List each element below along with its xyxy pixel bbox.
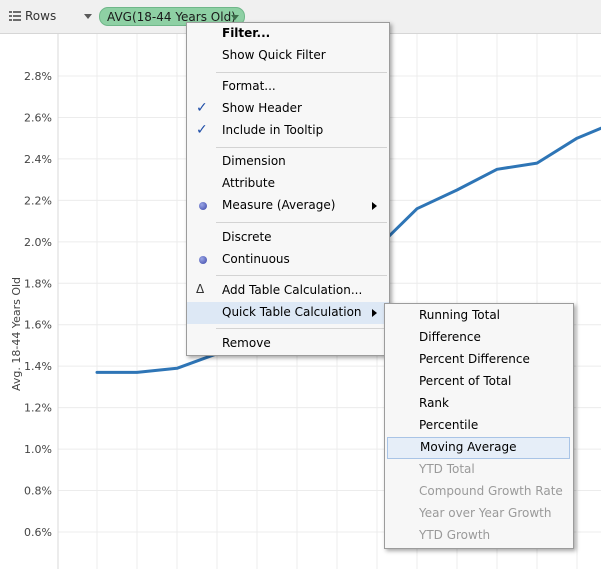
menu-item-show-header[interactable]: ✓ Show Header [187, 98, 389, 120]
menu-separator [216, 222, 387, 223]
menu-item-label: YTD Growth [419, 528, 491, 542]
menu-item-label: Rank [419, 396, 449, 410]
menu-item-discrete[interactable]: Discrete [187, 227, 389, 249]
y-tick-label: 1.4% [24, 360, 52, 373]
submenu-item-percent-of-total[interactable]: Percent of Total [385, 371, 573, 393]
y-tick-label: 1.2% [24, 402, 52, 415]
menu-item-label: Show Quick Filter [222, 48, 326, 62]
submenu-item-compound-growth-rate: Compound Growth Rate [385, 481, 573, 503]
menu-item-label: Add Table Calculation... [222, 283, 363, 297]
menu-item-label: Percent Difference [419, 352, 530, 366]
menu-item-continuous[interactable]: Continuous [187, 249, 389, 271]
y-axis-ticks: 0.6% 0.8% 1.0% 1.2% 1.4% 1.6% 1.8% 2.0% 2.2% 2.4%… [24, 70, 52, 539]
menu-item-add-table-calculation[interactable]: Δ Add Table Calculation... [187, 280, 389, 302]
menu-item-label: Dimension [222, 154, 286, 168]
menu-item-show-quick-filter[interactable]: Show Quick Filter [187, 45, 389, 67]
y-tick-label: 2.2% [24, 194, 52, 207]
pill-dropdown-icon[interactable] [231, 15, 239, 20]
menu-item-dimension[interactable]: Dimension [187, 151, 389, 173]
menu-item-label: Discrete [222, 230, 272, 244]
y-tick-label: 0.6% [24, 526, 52, 539]
menu-item-label: Percentile [419, 418, 479, 432]
menu-item-filter[interactable]: Filter... [187, 23, 389, 45]
menu-separator [216, 72, 387, 73]
menu-item-label: Show Header [222, 101, 302, 115]
menu-item-label: Percent of Total [419, 374, 512, 388]
submenu-item-percent-difference[interactable]: Percent Difference [385, 349, 573, 371]
menu-item-attribute[interactable]: Attribute [187, 173, 389, 195]
y-axis-title: Avg. 18-44 Years Old [10, 277, 23, 391]
submenu-item-year-over-year-growth: Year over Year Growth [385, 503, 573, 525]
pill-context-menu: Filter... Show Quick Filter Format... ✓ … [186, 22, 390, 356]
submenu-item-ytd-growth: YTD Growth [385, 525, 573, 547]
menu-item-measure-average[interactable]: Measure (Average) [187, 195, 389, 217]
menu-item-format[interactable]: Format... [187, 76, 389, 98]
y-tick-label: 0.8% [24, 485, 52, 498]
submenu-item-difference[interactable]: Difference [385, 327, 573, 349]
menu-item-label: YTD Total [419, 462, 475, 476]
submenu-item-rank[interactable]: Rank [385, 393, 573, 415]
y-tick-label: 2.8% [24, 70, 52, 83]
menu-item-include-in-tooltip[interactable]: ✓ Include in Tooltip [187, 120, 389, 142]
rows-shelf-label: Rows [25, 9, 57, 23]
submenu-item-running-total[interactable]: Running Total [385, 305, 573, 327]
menu-item-label: Running Total [419, 308, 501, 322]
menu-item-label: Quick Table Calculation [222, 305, 362, 319]
submenu-arrow-icon [372, 309, 377, 317]
y-tick-label: 1.8% [24, 277, 52, 290]
menu-item-label: Filter... [222, 26, 271, 40]
menu-item-label: Measure (Average) [222, 198, 336, 212]
menu-item-quick-table-calculation[interactable]: Quick Table Calculation [187, 302, 389, 324]
submenu-item-moving-average[interactable]: Moving Average [387, 437, 570, 459]
checkmark-icon: ✓ [196, 122, 208, 138]
menu-item-label: Continuous [222, 252, 290, 266]
menu-separator [216, 275, 387, 276]
submenu-item-ytd-total: YTD Total [385, 459, 573, 481]
submenu-item-percentile[interactable]: Percentile [385, 415, 573, 437]
y-tick-label: 1.6% [24, 319, 52, 332]
y-tick-label: 2.6% [24, 111, 52, 124]
checkmark-icon: ✓ [196, 100, 208, 116]
menu-item-label: Attribute [222, 176, 275, 190]
y-tick-label: 2.0% [24, 236, 52, 249]
menu-item-label: Moving Average [420, 440, 517, 454]
rows-icon [9, 11, 21, 21]
radio-selected-icon [199, 256, 207, 264]
shelf-dropdown-icon[interactable] [84, 14, 92, 19]
menu-item-label: Include in Tooltip [222, 123, 324, 137]
menu-item-label: Difference [419, 330, 481, 344]
delta-icon: Δ [196, 282, 205, 296]
menu-separator [216, 328, 387, 329]
menu-item-label: Year over Year Growth [419, 506, 552, 520]
menu-item-label: Compound Growth Rate [419, 484, 563, 498]
menu-item-remove[interactable]: Remove [187, 333, 389, 355]
menu-item-label: Format... [222, 79, 276, 93]
y-tick-label: 1.0% [24, 443, 52, 456]
y-tick-label: 2.4% [24, 153, 52, 166]
menu-separator [216, 147, 387, 148]
submenu-arrow-icon [372, 202, 377, 210]
quick-table-calculation-submenu: Running Total Difference Percent Differe… [384, 303, 574, 549]
menu-item-label: Remove [222, 336, 271, 350]
radio-selected-icon [199, 202, 207, 210]
